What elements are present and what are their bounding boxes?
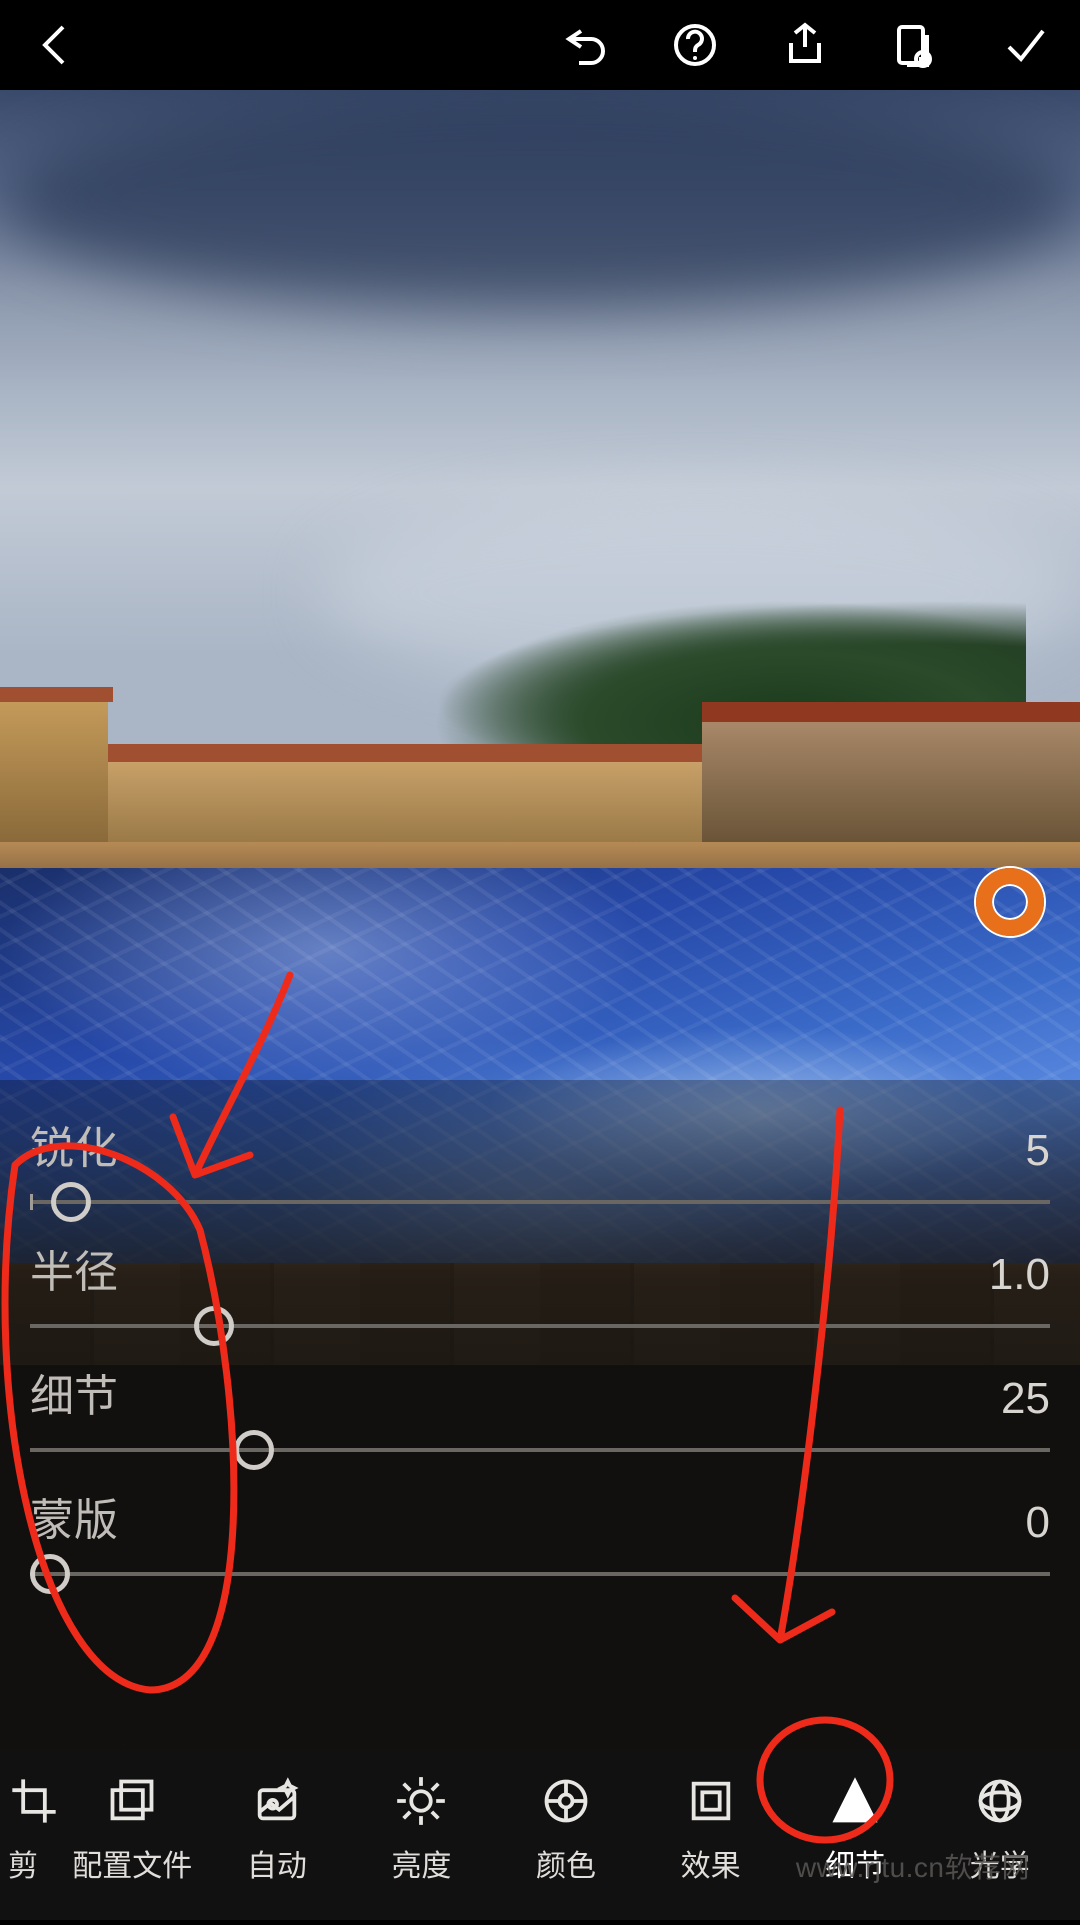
profiles-icon xyxy=(106,1775,158,1827)
detail-icon xyxy=(829,1775,881,1827)
back-button[interactable] xyxy=(25,15,85,75)
watermark: www.rjtu.cn软荐网 xyxy=(796,1846,1030,1886)
slider-track-radius[interactable] xyxy=(30,1324,1050,1328)
top-toolbar xyxy=(0,0,1080,90)
slider-label: 蒙版 xyxy=(30,1484,118,1548)
slider-handle[interactable] xyxy=(30,1554,70,1594)
tool-label: 颜色 xyxy=(536,1841,596,1885)
effects-icon xyxy=(685,1775,737,1827)
crop-icon xyxy=(8,1775,60,1827)
auto-icon xyxy=(251,1775,303,1827)
confirm-button[interactable] xyxy=(995,15,1055,75)
light-icon xyxy=(395,1775,447,1827)
slider-value: 25 xyxy=(1001,1374,1050,1424)
tool-color[interactable]: 颜色 xyxy=(494,1767,639,1893)
slider-track-detail[interactable] xyxy=(30,1448,1050,1452)
bottom-tool-row: 剪 配置文件 自动 亮度 颜色 效果 细节 光学 xyxy=(0,1750,1080,1920)
tool-label: 自动 xyxy=(247,1841,307,1885)
tool-effects[interactable]: 效果 xyxy=(638,1767,783,1893)
slider-label: 半径 xyxy=(30,1236,118,1300)
slider-track-mask[interactable] xyxy=(30,1572,1050,1576)
tool-crop[interactable]: 剪 xyxy=(8,1767,60,1893)
slider-label: 细节 xyxy=(30,1360,118,1424)
detail-sliders-panel: 锐化 5 半径 1.0 细节 25 蒙版 0 xyxy=(0,1080,1080,1750)
slider-detail: 细节 25 xyxy=(30,1328,1050,1452)
slider-mask: 蒙版 0 xyxy=(30,1452,1050,1576)
slider-value: 5 xyxy=(1026,1126,1050,1176)
tool-light[interactable]: 亮度 xyxy=(349,1767,494,1893)
tool-auto[interactable]: 自动 xyxy=(205,1767,350,1893)
color-icon xyxy=(540,1775,592,1827)
share-button[interactable] xyxy=(775,15,835,75)
tool-label: 配置文件 xyxy=(72,1841,192,1885)
slider-handle[interactable] xyxy=(234,1430,274,1470)
slider-handle[interactable] xyxy=(51,1182,91,1222)
tool-label: 剪 xyxy=(8,1841,38,1885)
slider-label: 锐化 xyxy=(30,1112,118,1176)
slider-sharpen: 锐化 5 xyxy=(30,1080,1050,1204)
undo-button[interactable] xyxy=(555,15,615,75)
optics-icon xyxy=(974,1775,1026,1827)
slider-radius: 半径 1.0 xyxy=(30,1204,1050,1328)
tool-label: 效果 xyxy=(681,1841,741,1885)
presets-button[interactable] xyxy=(885,15,945,75)
help-button[interactable] xyxy=(665,15,725,75)
slider-value: 0 xyxy=(1026,1498,1050,1548)
slider-value: 1.0 xyxy=(989,1250,1050,1300)
slider-handle[interactable] xyxy=(194,1306,234,1346)
tool-label: 亮度 xyxy=(391,1841,451,1885)
slider-track-sharpen[interactable] xyxy=(30,1200,1050,1204)
tool-profiles[interactable]: 配置文件 xyxy=(60,1767,205,1893)
